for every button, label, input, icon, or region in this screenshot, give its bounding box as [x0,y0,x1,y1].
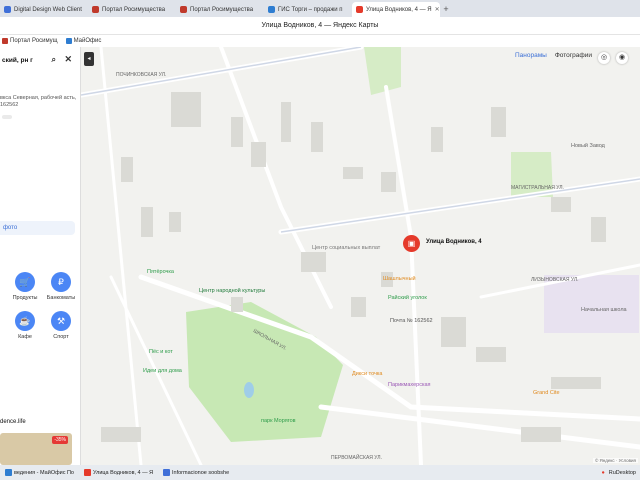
map-canvas[interactable] [81,47,640,465]
cart-icon: 🛒 [15,272,35,292]
browser-tab-2[interactable]: Портал Росимущества [176,2,264,17]
taskbar-item[interactable]: ведения - МайОфис По [2,466,77,479]
category-sport[interactable]: ⚒ Спорт [46,311,76,340]
tab-photos[interactable]: Фотографии [555,52,592,59]
title-bar: Улица Водников, 4 — Яндекс Карты [0,17,640,35]
poi-label[interactable]: Пятёрочка [147,269,174,275]
poi-label[interactable]: Новый Завод [571,143,605,149]
window-title: Улица Водников, 4 — Яндекс Карты [261,22,379,29]
promo-card[interactable]: -35% [0,433,72,465]
bookmarks-bar: Портал Росимущ МайОфис [0,35,640,47]
tab-favicon-icon [268,6,275,13]
profile-icon[interactable]: ◉ [616,52,628,64]
browser-tab-0[interactable]: Digital Design Web Client [0,2,88,17]
green-area [364,47,401,95]
sidebar: ский, рн г ⌕ ✕ вкса Северная, рабочей ас… [0,47,81,465]
school-area [544,275,639,333]
poi-label[interactable]: Grand Cite [533,390,560,396]
ruble-icon: ₽ [51,272,71,292]
bookmark-item[interactable]: Портал Росимущ [2,38,58,44]
street-label: МАГИСТРАЛЬНАЯ УЛ. [511,185,564,191]
search-input[interactable]: ский, рн г ⌕ ✕ [0,50,78,70]
search-icon[interactable]: ⌕ [52,55,56,65]
map-copyright[interactable]: © Яндекс · Условия [592,458,638,463]
bookmark-item[interactable]: МайОфис [65,38,101,44]
address-text: вкса Северная, рабочей асть, 162562 [0,95,77,108]
browser-tab-1[interactable]: Портал Росимущества [88,2,176,17]
tray-app-label[interactable]: RuDesktop [609,470,636,476]
map-layer-tabs: Панорамы Фотографии [515,52,592,59]
app-icon [162,469,170,476]
browser-tab-active[interactable]: Улица Водников, 4 — Я ✕ [352,2,440,17]
site-link[interactable]: dence.life [0,419,26,425]
map-view[interactable]: ◂ Панорамы Фотографии ◎ ◉ ПОЧИНКОВСКАЯ У… [81,47,640,465]
more-button[interactable] [2,115,12,119]
poi-label[interactable]: парк Морягов [261,418,296,424]
taskbar-item[interactable]: Улица Водников, 4 — Я [81,466,156,479]
tab-favicon-icon [92,6,99,13]
app-icon [5,469,12,476]
bookmark-favicon-icon [2,38,8,44]
close-tab-icon[interactable]: ✕ [435,6,440,13]
collapse-sidebar-button[interactable]: ◂ [84,52,94,66]
tab-favicon-icon [356,6,363,13]
location-pin-icon[interactable]: ▣ [403,235,420,252]
layers-icon[interactable]: ◎ [598,52,610,64]
bookmark-favicon-icon [65,38,72,44]
poi-label[interactable]: Центр социальных выплат [312,245,380,251]
poi-label[interactable]: Почта № 162562 [390,318,433,324]
dumbbell-icon: ⚒ [51,311,71,331]
poi-label[interactable]: Пёс и кот [149,349,173,355]
poi-label[interactable]: Начальная школа [581,307,627,313]
tab-bar: Digital Design Web Client Портал Росимущ… [0,0,640,17]
poi-label[interactable]: Шашлычный [383,276,416,282]
system-tray: ● RuDesktop [601,470,640,476]
pin-label: Улица Водников, 4 [426,239,482,245]
discount-badge: -35% [52,436,68,444]
app-icon [83,469,91,476]
browser-tab-3[interactable]: ГИС Торги – продажи п [264,2,352,17]
category-cafe[interactable]: ☕ Кафе [10,311,40,340]
category-products[interactable]: 🛒 Продукты [10,272,40,301]
rudesktop-icon[interactable]: ● [601,470,604,476]
category-atm[interactable]: ₽ Банкоматы [46,272,76,301]
poi-label[interactable]: Идеи для дома [143,368,182,374]
tab-favicon-icon [180,6,187,13]
poi-label[interactable]: Центр народной культуры [199,288,265,294]
taskbar-item[interactable]: Informacionoe soobshe [160,466,232,479]
tab-panoramas[interactable]: Панорамы [515,52,547,59]
tab-favicon-icon [4,6,11,13]
street-label: ЛИЗЫНОВСКАЯ УЛ. [531,277,579,283]
street-label: ПЕРВОМАЙСКАЯ УЛ. [331,455,382,461]
taskbar: ведения - МайОфис По Улица Водников, 4 —… [0,465,640,480]
new-tab-button[interactable]: + [440,4,452,14]
cup-icon: ☕ [15,311,35,331]
pond [244,382,254,398]
close-icon[interactable]: ✕ [64,54,72,65]
street-label: ПОЧИНКОВСКАЯ УЛ. [116,72,167,78]
poi-label[interactable]: Райский уголок [388,295,427,301]
poi-label[interactable]: Дикси точка [352,371,382,377]
poi-label[interactable]: Парикмахерская [388,382,431,388]
photos-link[interactable]: фото [0,221,75,235]
